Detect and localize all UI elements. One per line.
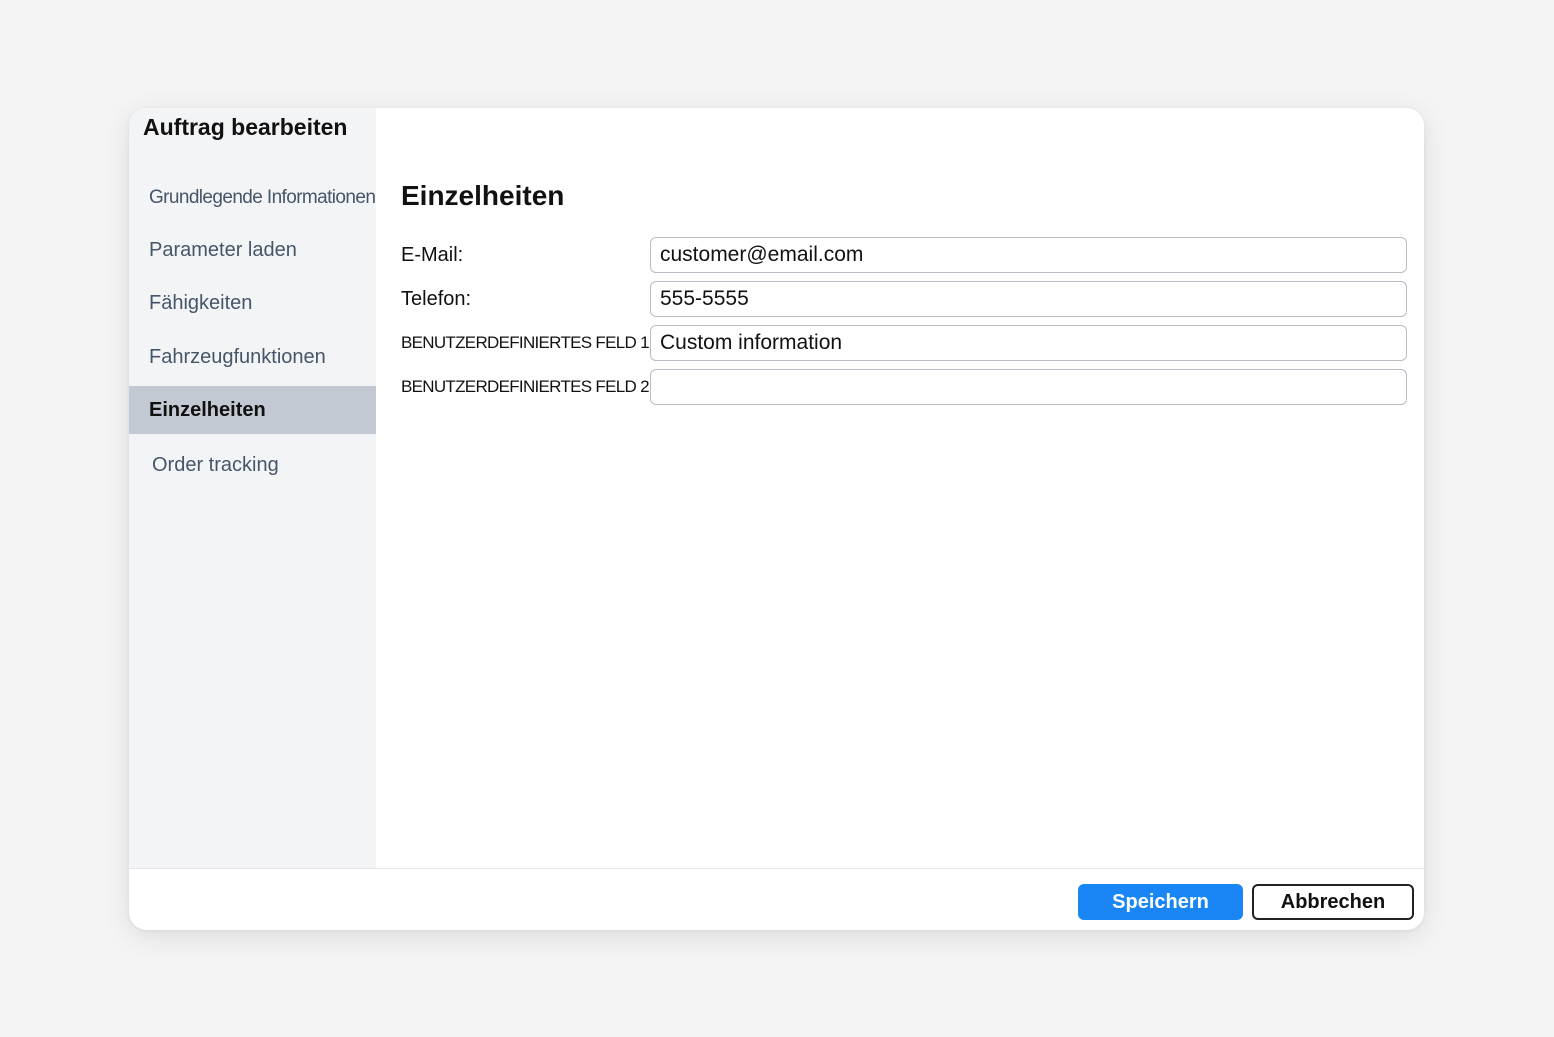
email-field[interactable] — [650, 237, 1407, 273]
sidebar-item-basic-info[interactable]: Grundlegende Informationen — [129, 174, 376, 222]
dialog-title: Auftrag bearbeiten — [143, 114, 348, 140]
sidebar-item-vehicle-functions[interactable]: Fahrzeugfunktionen — [129, 333, 376, 381]
sidebar-item-capabilities[interactable]: Fähigkeiten — [129, 279, 376, 327]
sidebar-item-order-tracking[interactable]: Order tracking — [129, 441, 376, 489]
cancel-button[interactable]: Abbrechen — [1252, 884, 1414, 920]
sidebar-item-load-parameters[interactable]: Parameter laden — [129, 226, 376, 274]
custom-field-1-input[interactable] — [650, 325, 1407, 361]
custom-field-2-label: BENUTZERDEFINIERTES FELD 2: — [401, 377, 654, 396]
section-title: Einzelheiten — [401, 180, 565, 211]
sidebar: Auftrag bearbeiten Grundlegende Informat… — [129, 108, 376, 868]
phone-field[interactable] — [650, 281, 1407, 317]
dialog-footer: Speichern Abbrechen — [129, 868, 1424, 930]
sidebar-item-details[interactable]: Einzelheiten — [129, 386, 376, 434]
custom-field-1-label: BENUTZERDEFINIERTES FELD 1: — [401, 333, 654, 352]
edit-order-dialog: Auftrag bearbeiten Grundlegende Informat… — [129, 108, 1424, 930]
phone-label: Telefon: — [401, 288, 472, 310]
email-label: E-Mail: — [401, 244, 464, 266]
details-panel: Einzelheiten E-Mail: Telefon: BENUTZERDE… — [376, 108, 1424, 868]
save-button[interactable]: Speichern — [1078, 884, 1243, 920]
custom-field-2-input[interactable] — [650, 369, 1407, 405]
